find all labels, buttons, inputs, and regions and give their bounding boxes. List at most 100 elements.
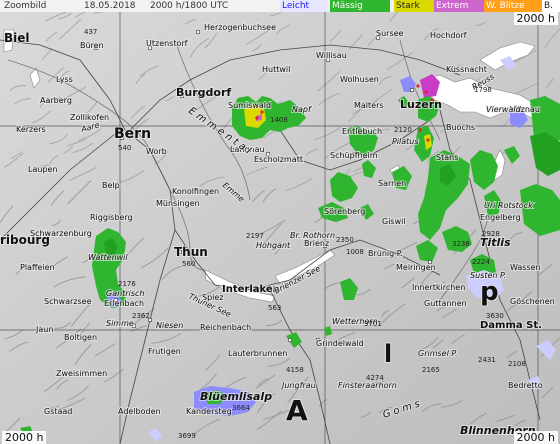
label-zollikofen: Zollikofen <box>70 113 109 122</box>
label-engelberg: Engelberg <box>480 213 521 222</box>
label-hohgant: Hohgant <box>256 241 291 250</box>
label-jaun: Jaun <box>35 325 53 334</box>
label-munsingen: Münsingen <box>156 199 200 208</box>
label-sorenberg: Sörenberg <box>324 207 365 216</box>
label-herzogenbuchsee: Herzogenbuchsee <box>204 23 276 32</box>
label-laupen: Laupen <box>28 165 58 174</box>
label-plaffeien: Plaffeien <box>20 263 55 272</box>
peak-elevation-p8: 2224 <box>472 258 490 266</box>
label-buochs: Buochs <box>446 123 475 132</box>
label-aarberg: Aarberg <box>40 96 72 105</box>
timestamp-bottom-right: 2000 h <box>513 431 558 444</box>
peak-elevation-p13: 563 <box>268 304 281 312</box>
label-hochdorf: Hochdorf <box>430 31 467 40</box>
label-giswil: Giswil <box>382 217 406 226</box>
label-utzenstorf: Utzenstorf <box>146 39 188 48</box>
label-alp_a: A <box>286 394 308 427</box>
radar-map-view: Biel Büren Utzenstorf Herzogenbuchsee Willis… <box>0 0 560 444</box>
town-marker <box>410 88 414 92</box>
label-wassen: Wassen <box>510 263 541 272</box>
label-vierwald: Vierwald <box>486 105 522 114</box>
label-finsteraarhorn: Finsteraarhorn <box>338 381 397 390</box>
legend-item-leicht: Leicht <box>280 0 328 12</box>
town-marker <box>196 30 200 34</box>
legend-item-m-ssig: Mässig <box>330 0 390 12</box>
label-huttwil: Huttwil <box>262 65 290 74</box>
header-time: 2000 h/1800 UTC <box>150 1 229 11</box>
peak-elevation-p16: 4158 <box>286 366 304 374</box>
label-grindelwald: Grindelwald <box>316 339 364 348</box>
label-urirotstock: Uri Rotstock <box>484 201 533 210</box>
label-brunigp: Brünig P. <box>368 249 403 258</box>
peak-elevation-p18: 3664 <box>232 404 250 412</box>
label-schwarzsee: Schwarzsee <box>44 297 92 306</box>
label-riggisberg: Riggisberg <box>90 213 133 222</box>
peak-elevation-p11: 2176 <box>118 280 136 288</box>
label-goschenen: Göschenen <box>510 297 555 306</box>
label-bueren: Büren <box>80 41 104 50</box>
label-erlenbach: Erlenbach <box>104 299 144 308</box>
label-wolhusen: Wolhusen <box>340 75 379 84</box>
label-kerzers: Kerzers <box>16 125 46 134</box>
label-brienz: Brienz <box>304 239 329 248</box>
label-stans: Stans <box>436 153 458 162</box>
label-bedretto: Bedretto <box>508 381 543 390</box>
label-napf: Napf <box>292 105 312 114</box>
label-kandersteg: Kandersteg <box>186 407 232 416</box>
peak-elevation-p12: 2362 <box>132 312 150 320</box>
label-simme: Simme <box>106 319 134 328</box>
label-alp_p: p <box>480 277 499 307</box>
label-adelboden: Adelboden <box>118 407 161 416</box>
peak-elevation-p14: 3701 <box>364 320 382 328</box>
label-wattenwil: Wattenwil <box>88 253 128 262</box>
label-gstaad: Gstaad <box>44 407 72 416</box>
label-bluemlisalp: Blüemlisalp <box>200 390 272 403</box>
peak-elevation-p21: 437 <box>84 28 97 36</box>
peak-elevation-p24: 2108 <box>508 360 526 368</box>
peak-elevation-p5: 2350 <box>336 236 354 244</box>
legend-item-w-blitze: W. Blitze <box>484 0 542 12</box>
peak-elevation-p17: 4274 <box>366 374 384 382</box>
label-bern: Bern <box>114 126 151 142</box>
legend-item-b: B. <box>542 0 560 12</box>
label-biel: Biel <box>4 31 30 45</box>
peak-elevation-p4: 2197 <box>246 232 264 240</box>
label-willisau: Willisau <box>316 51 347 60</box>
label-sumiswald: Sumiswald <box>228 101 271 110</box>
label-belp: Belp <box>102 181 120 190</box>
timestamp-top-right: 2000 h <box>513 12 558 25</box>
town-marker <box>288 338 292 342</box>
label-guttannen: Guttannen <box>424 299 467 308</box>
label-eschholzmatt: Escholzmatt <box>254 155 303 164</box>
label-malters: Malters <box>354 101 384 110</box>
peak-elevation-p3: 2120 <box>394 126 412 134</box>
header-title: Zoombild <box>4 1 47 11</box>
label-boltigen: Boltigen <box>64 333 97 342</box>
peak-elevation-p20: 540 <box>118 144 131 152</box>
peak-elevation-p22: 2165 <box>422 366 440 374</box>
peak-elevation-p10: 560 <box>182 260 195 268</box>
label-thun: Thun <box>174 245 208 259</box>
label-lauterbrunnen: Lauterbrunnen <box>228 349 287 358</box>
label-worb: Worb <box>146 147 167 156</box>
peak-elevation-p9: 1008 <box>346 248 364 256</box>
label-reichenbach: Reichenbach <box>200 323 251 332</box>
label-gantrisch: Gantrisch <box>106 289 144 298</box>
peak-elevation-p1: 1408 <box>270 116 288 124</box>
label-zweisimmen: Zweisimmen <box>56 369 107 378</box>
peak-elevation-p7: 3238 <box>452 240 470 248</box>
peak-elevation-p2: 1798 <box>474 86 492 94</box>
legend-item-extrem: Extrem <box>434 0 484 12</box>
peak-elevation-p6: 2928 <box>482 230 500 238</box>
header-date: 18.05.2018 <box>84 1 136 11</box>
label-frutigen: Frutigen <box>148 347 181 356</box>
label-entlebuch: Entlebuch <box>342 127 382 136</box>
label-pilatus: Pilatus <box>392 137 419 146</box>
label-lyss: Lyss <box>56 75 73 84</box>
label-konolfingen: Konolfingen <box>172 187 219 196</box>
label-burgdorf: Burgdorf <box>176 86 231 99</box>
label-jungfrau: Jungfrau <box>280 381 316 390</box>
peak-elevation-p19: 3699 <box>178 432 196 440</box>
timestamp-bottom-left: 2000 h <box>2 431 47 444</box>
label-alp_l: l <box>384 340 392 368</box>
